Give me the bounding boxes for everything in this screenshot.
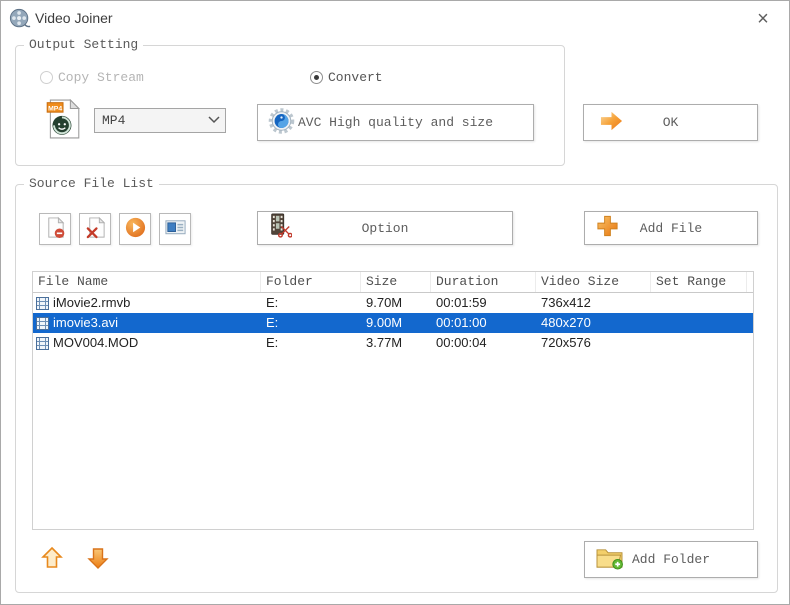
file-name-cell: iMovie2.rmvb bbox=[33, 293, 261, 313]
set-range-cell bbox=[651, 333, 747, 353]
file-name-cell: MOV004.MOD bbox=[33, 333, 261, 353]
ok-button[interactable]: OK bbox=[583, 104, 758, 141]
size-cell: 9.70M bbox=[361, 293, 431, 313]
delete-file-icon bbox=[84, 216, 107, 242]
video-joiner-window: Video Joiner × Output Setting Copy Strea… bbox=[0, 0, 790, 605]
set-range-cell bbox=[651, 293, 747, 313]
format-select[interactable]: MP4 bbox=[94, 108, 226, 133]
arrow-right-icon bbox=[598, 109, 625, 136]
avc-profile-button[interactable]: AVC High quality and size bbox=[257, 104, 534, 141]
output-setting-group: Output Setting Copy Stream Convert MP4 bbox=[15, 45, 565, 166]
mp4-file-icon: MP4 bbox=[45, 99, 81, 139]
table-row[interactable]: imovie3.avi E: 9.00M 00:01:00 480x270 bbox=[33, 313, 753, 333]
video-size-cell: 736x412 bbox=[536, 293, 651, 313]
video-size-cell: 720x576 bbox=[536, 333, 651, 353]
stream-mode-row: Copy Stream Convert bbox=[16, 70, 564, 90]
size-cell: 3.77M bbox=[361, 333, 431, 353]
file-name-cell: imovie3.avi bbox=[33, 313, 261, 333]
radio-dot-icon bbox=[310, 71, 323, 84]
film-reel-icon bbox=[9, 8, 31, 30]
table-row[interactable]: iMovie2.rmvb E: 9.70M 00:01:59 736x412 bbox=[33, 293, 753, 313]
folder-cell: E: bbox=[261, 313, 361, 333]
plus-icon bbox=[595, 214, 620, 243]
delete-file-button[interactable] bbox=[79, 213, 111, 245]
add-file-label: Add File bbox=[640, 221, 702, 236]
move-down-button[interactable] bbox=[86, 546, 110, 572]
close-icon[interactable]: × bbox=[751, 7, 775, 31]
remove-file-icon bbox=[44, 216, 67, 242]
option-label: Option bbox=[362, 221, 409, 236]
duration-cell: 00:01:59 bbox=[431, 293, 536, 313]
file-name-text: iMovie2.rmvb bbox=[53, 293, 130, 313]
file-table: File Name Folder Size Duration Video Siz… bbox=[32, 271, 754, 530]
video-size-cell: 480x270 bbox=[536, 313, 651, 333]
source-file-list-group: Source File List bbox=[15, 184, 778, 593]
add-folder-button[interactable]: Add Folder bbox=[584, 541, 758, 578]
duration-cell: 00:01:00 bbox=[431, 313, 536, 333]
video-file-icon bbox=[36, 337, 49, 350]
gear-convert-icon bbox=[268, 107, 295, 138]
window-title: Video Joiner bbox=[35, 10, 113, 26]
copy-stream-radio[interactable]: Copy Stream bbox=[40, 70, 144, 85]
avc-profile-label: AVC High quality and size bbox=[298, 115, 493, 130]
col-video-size[interactable]: Video Size bbox=[536, 272, 651, 292]
col-duration[interactable]: Duration bbox=[431, 272, 536, 292]
col-file-name[interactable]: File Name bbox=[33, 272, 261, 292]
video-file-icon bbox=[36, 297, 49, 310]
set-range-cell bbox=[651, 313, 747, 333]
add-folder-icon bbox=[595, 545, 624, 574]
option-button[interactable]: Option bbox=[257, 211, 513, 245]
arrow-up-icon bbox=[41, 558, 63, 573]
svg-text:MP4: MP4 bbox=[48, 105, 62, 112]
titlebar: Video Joiner × bbox=[1, 1, 789, 37]
folder-cell: E: bbox=[261, 333, 361, 353]
format-selected-value: MP4 bbox=[95, 113, 203, 128]
col-folder[interactable]: Folder bbox=[261, 272, 361, 292]
arrow-down-icon bbox=[87, 558, 109, 573]
video-file-icon bbox=[36, 317, 49, 330]
output-setting-label: Output Setting bbox=[24, 37, 143, 52]
radio-circle-icon bbox=[40, 71, 53, 84]
table-body: iMovie2.rmvb E: 9.70M 00:01:59 736x412 i… bbox=[33, 293, 753, 353]
convert-label: Convert bbox=[328, 70, 383, 85]
play-icon bbox=[124, 216, 147, 242]
col-size[interactable]: Size bbox=[361, 272, 431, 292]
convert-radio[interactable]: Convert bbox=[310, 70, 383, 85]
folder-cell: E: bbox=[261, 293, 361, 313]
filmstrip-scissors-icon bbox=[268, 213, 292, 243]
table-row[interactable]: MOV004.MOD E: 3.77M 00:00:04 720x576 bbox=[33, 333, 753, 353]
add-folder-label: Add Folder bbox=[632, 552, 710, 567]
duration-cell: 00:00:04 bbox=[431, 333, 536, 353]
play-preview-button[interactable] bbox=[119, 213, 151, 245]
source-file-list-label: Source File List bbox=[24, 176, 159, 191]
chevron-down-icon bbox=[203, 113, 225, 128]
table-header: File Name Folder Size Duration Video Siz… bbox=[33, 272, 753, 293]
size-cell: 9.00M bbox=[361, 313, 431, 333]
move-up-button[interactable] bbox=[40, 546, 64, 572]
col-set-range[interactable]: Set Range bbox=[651, 272, 747, 292]
col-filler bbox=[747, 272, 753, 292]
properties-panel-icon bbox=[164, 216, 187, 242]
copy-stream-label: Copy Stream bbox=[58, 70, 144, 85]
file-properties-button[interactable] bbox=[159, 213, 191, 245]
ok-label: OK bbox=[663, 115, 679, 130]
file-name-text: MOV004.MOD bbox=[53, 333, 138, 353]
add-file-button[interactable]: Add File bbox=[584, 211, 758, 245]
file-name-text: imovie3.avi bbox=[53, 313, 118, 333]
remove-file-button[interactable] bbox=[39, 213, 71, 245]
